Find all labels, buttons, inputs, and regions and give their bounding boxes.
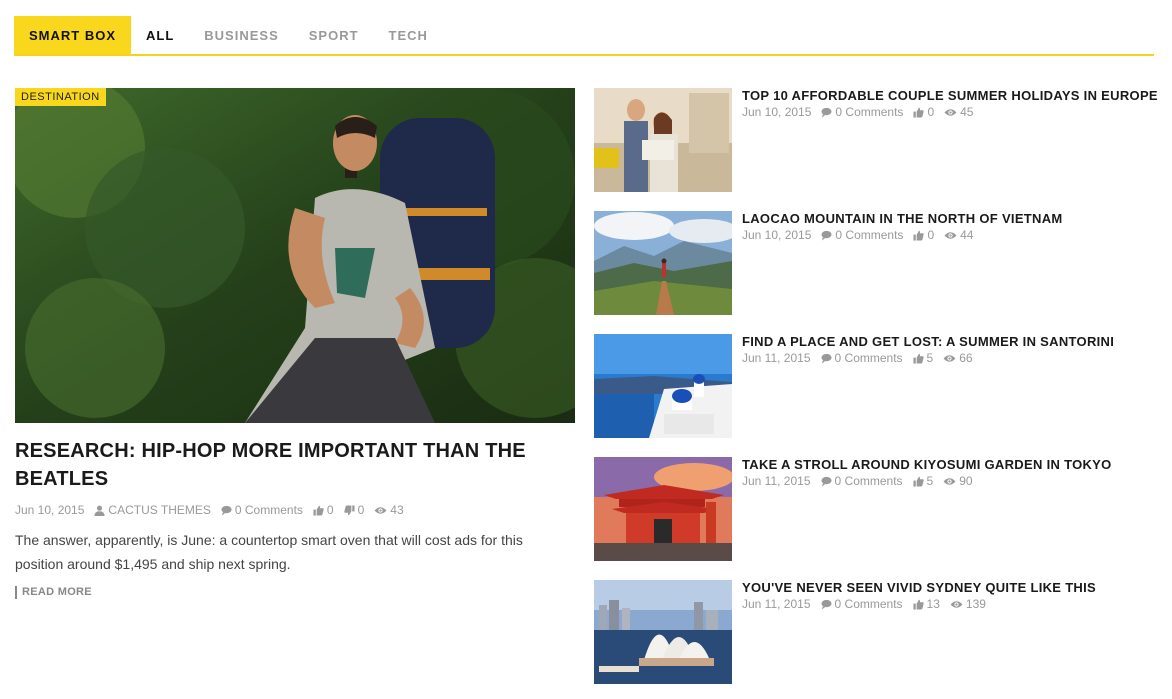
post-meta: Jun 11, 2015 0 Comments 5 90 <box>742 474 983 488</box>
post-title[interactable]: YOU'VE NEVER SEEN VIVID SYDNEY QUITE LIK… <box>742 580 1096 596</box>
comments-count: 0 Comments <box>835 105 904 119</box>
list-item: TOP 10 AFFORDABLE COUPLE SUMMER HOLIDAYS… <box>594 88 1158 192</box>
user-icon <box>94 505 105 516</box>
likes: 5 <box>926 351 934 365</box>
date: Jun 10, 2015 <box>742 228 812 242</box>
thumbs-up-icon <box>913 107 925 118</box>
eye-icon <box>943 477 956 485</box>
likes: 5 <box>926 474 934 488</box>
feature-meta: Jun 10, 2015 CACTUS THEMES 0 Comments 0 … <box>15 503 414 517</box>
view-count: 43 <box>374 503 404 517</box>
like-count[interactable]: 0 <box>913 228 934 242</box>
eye-icon <box>943 354 956 362</box>
date: Jun 10, 2015 <box>15 503 85 517</box>
post-meta: Jun 11, 2015 0 Comments 5 66 <box>742 351 983 365</box>
tab-tech[interactable]: TECH <box>374 16 443 54</box>
comment-icon <box>221 505 232 516</box>
post-title[interactable]: LAOCAO MOUNTAIN IN THE NORTH OF VIETNAM <box>742 211 1063 227</box>
thumbs-up-icon <box>913 476 924 487</box>
views: 90 <box>959 474 973 488</box>
views: 44 <box>960 228 974 242</box>
like-count[interactable]: 0 <box>913 105 934 119</box>
like-count[interactable]: 0 <box>313 503 334 517</box>
views: 43 <box>390 503 404 517</box>
eye-icon <box>950 600 963 608</box>
comments[interactable]: 0 Comments <box>221 503 303 517</box>
thumbs-up-icon <box>913 599 924 610</box>
comments[interactable]: 0 Comments <box>820 351 903 365</box>
thumbs-up-icon <box>313 505 324 516</box>
comment-icon <box>821 230 832 241</box>
comments-count: 0 Comments <box>234 503 303 517</box>
eye-icon <box>944 108 957 116</box>
tab-sport[interactable]: SPORT <box>294 16 374 54</box>
feature-image[interactable] <box>15 88 575 423</box>
like-count[interactable]: 5 <box>913 351 934 365</box>
likes: 0 <box>326 503 334 517</box>
post-thumbnail[interactable] <box>594 580 732 684</box>
likes: 0 <box>927 228 935 242</box>
post-meta: Jun 10, 2015 0 Comments 0 44 <box>742 228 983 242</box>
comments[interactable]: 0 Comments <box>820 474 903 488</box>
eye-icon <box>374 506 387 514</box>
comments-count: 0 Comments <box>835 228 904 242</box>
date: Jun 11, 2015 <box>742 351 811 365</box>
comments[interactable]: 0 Comments <box>821 228 903 242</box>
comment-icon <box>820 599 832 610</box>
post-title[interactable]: FIND A PLACE AND GET LOST: A SUMMER IN S… <box>742 334 1114 350</box>
smart-box-label: SMART BOX <box>14 16 131 54</box>
feature-title[interactable]: RESEARCH: HIP-HOP MORE IMPORTANT THAN TH… <box>15 437 555 493</box>
views: 66 <box>959 351 973 365</box>
thumbs-up-icon <box>913 230 925 241</box>
eye-icon <box>944 231 957 239</box>
view-count: 139 <box>950 597 986 611</box>
tab-all[interactable]: ALL <box>131 16 189 54</box>
thumbs-down-icon <box>343 504 355 515</box>
view-count: 90 <box>943 474 973 488</box>
author[interactable]: CACTUS THEMES <box>94 503 211 517</box>
comments-count: 0 Comments <box>834 474 903 488</box>
author-name: CACTUS THEMES <box>108 503 211 517</box>
list-item: YOU'VE NEVER SEEN VIVID SYDNEY QUITE LIK… <box>594 580 1154 684</box>
comments-count: 0 Comments <box>834 351 903 365</box>
post-title[interactable]: TAKE A STROLL AROUND KIYOSUMI GARDEN IN … <box>742 457 1112 473</box>
post-meta: Jun 10, 2015 0 Comments 0 45 <box>742 105 983 119</box>
comment-icon <box>820 353 832 364</box>
comments[interactable]: 0 Comments <box>821 105 903 119</box>
view-count: 66 <box>943 351 973 365</box>
feature-excerpt: The answer, apparently, is June: a count… <box>15 532 523 572</box>
post-thumbnail[interactable] <box>594 211 732 315</box>
post-thumbnail[interactable] <box>594 334 732 438</box>
comments[interactable]: 0 Comments <box>820 597 903 611</box>
date: Jun 11, 2015 <box>742 474 811 488</box>
post-thumbnail[interactable] <box>594 457 732 561</box>
view-count: 45 <box>944 105 973 119</box>
post-thumbnail[interactable] <box>594 88 732 192</box>
likes: 0 <box>927 105 935 119</box>
date: Jun 10, 2015 <box>742 105 812 119</box>
comments-count: 0 Comments <box>834 597 903 611</box>
category-tabs: SMART BOX ALL BUSINESS SPORT TECH <box>14 16 1154 56</box>
list-item: LAOCAO MOUNTAIN IN THE NORTH OF VIETNAM … <box>594 211 1154 315</box>
views: 139 <box>965 597 986 611</box>
dislike-count[interactable]: 0 <box>343 503 365 517</box>
list-item: FIND A PLACE AND GET LOST: A SUMMER IN S… <box>594 334 1154 438</box>
read-more-link[interactable]: READ MORE <box>15 586 92 599</box>
post-title[interactable]: TOP 10 AFFORDABLE COUPLE SUMMER HOLIDAYS… <box>742 88 1158 104</box>
date: Jun 11, 2015 <box>742 597 811 611</box>
comment-icon <box>821 107 832 118</box>
category-badge[interactable]: DESTINATION <box>15 88 106 106</box>
thumbs-up-icon <box>913 353 924 364</box>
comment-icon <box>820 476 832 487</box>
post-meta: Jun 11, 2015 0 Comments 13 139 <box>742 597 996 611</box>
dislikes: 0 <box>357 503 365 517</box>
like-count[interactable]: 13 <box>913 597 940 611</box>
tab-business[interactable]: BUSINESS <box>189 16 293 54</box>
view-count: 44 <box>944 228 973 242</box>
views: 45 <box>960 105 974 119</box>
like-count[interactable]: 5 <box>913 474 934 488</box>
list-item: TAKE A STROLL AROUND KIYOSUMI GARDEN IN … <box>594 457 1154 561</box>
likes: 13 <box>926 597 940 611</box>
